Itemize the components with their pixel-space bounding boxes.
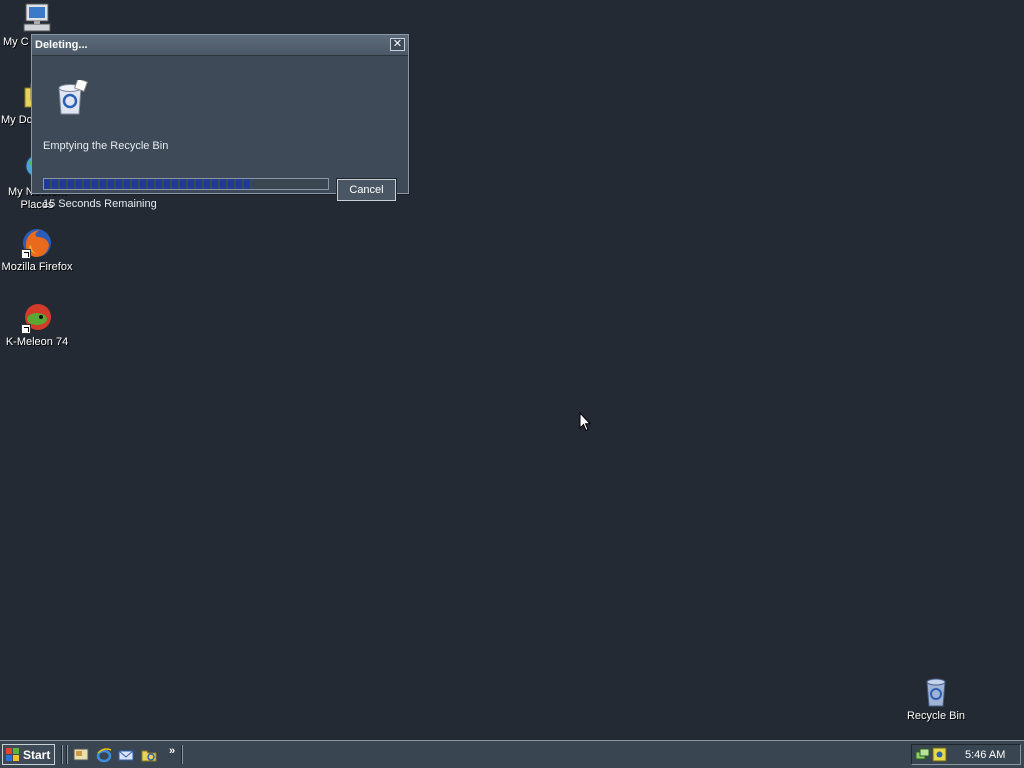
firefox-icon (21, 227, 53, 259)
desktop-icon-label: Recycle Bin (906, 710, 966, 722)
cancel-button[interactable]: Cancel (336, 178, 397, 202)
clock[interactable]: 5:46 AM (965, 749, 1005, 761)
desktop-icon-label: K-Meleon 74 (5, 336, 69, 348)
shortcut-arrow-icon (21, 324, 31, 334)
delete-progress-bar (43, 178, 329, 190)
computer-icon (21, 2, 53, 34)
network-tray-icon[interactable] (915, 747, 930, 762)
start-label: Start (23, 747, 51, 762)
desktop-icon-mozilla-firefox[interactable]: Mozilla Firefox (0, 227, 74, 274)
recycle-bin-animation-icon (58, 80, 88, 115)
quick-launch-overflow-chevron[interactable]: » (169, 745, 175, 757)
desktop-icon-k-meleon[interactable]: K-Meleon 74 (0, 302, 74, 349)
desktop-icon-label: Mozilla Firefox (1, 261, 73, 273)
windows-logo-icon (6, 747, 19, 761)
taskbar: Start » 5:46 AM (0, 740, 1024, 768)
shortcut-arrow-icon (21, 249, 31, 259)
volume-tray-icon[interactable] (932, 747, 947, 762)
progress-fill (44, 179, 252, 189)
mouse-cursor-icon (579, 412, 591, 432)
taskbar-separator (181, 745, 183, 764)
recycle-bin-icon (920, 676, 952, 708)
kmeleon-icon (21, 302, 53, 334)
taskbar-separator (61, 745, 63, 764)
time-remaining-text: 15 Seconds Remaining (43, 198, 157, 210)
taskbar-separator (66, 745, 68, 764)
close-button[interactable]: ✕ (390, 38, 405, 51)
dialog-status-text: Emptying the Recycle Bin (43, 140, 169, 152)
explorer-icon[interactable] (141, 747, 157, 763)
outlook-icon[interactable] (118, 747, 134, 763)
desktop[interactable]: My C My Dc My Network Places (0, 0, 1024, 740)
dialog-title: Deleting... (35, 39, 88, 51)
ie-icon[interactable] (96, 747, 112, 763)
desktop-icon-recycle-bin[interactable]: Recycle Bin (899, 676, 973, 723)
system-tray: 5:46 AM (911, 744, 1021, 765)
deleting-dialog: Deleting... ✕ Emptying the Recycle Bin 1… (31, 34, 409, 210)
dialog-titlebar[interactable]: Deleting... ✕ (32, 35, 408, 56)
show-desktop-icon[interactable] (73, 747, 89, 763)
start-button[interactable]: Start (2, 744, 55, 765)
